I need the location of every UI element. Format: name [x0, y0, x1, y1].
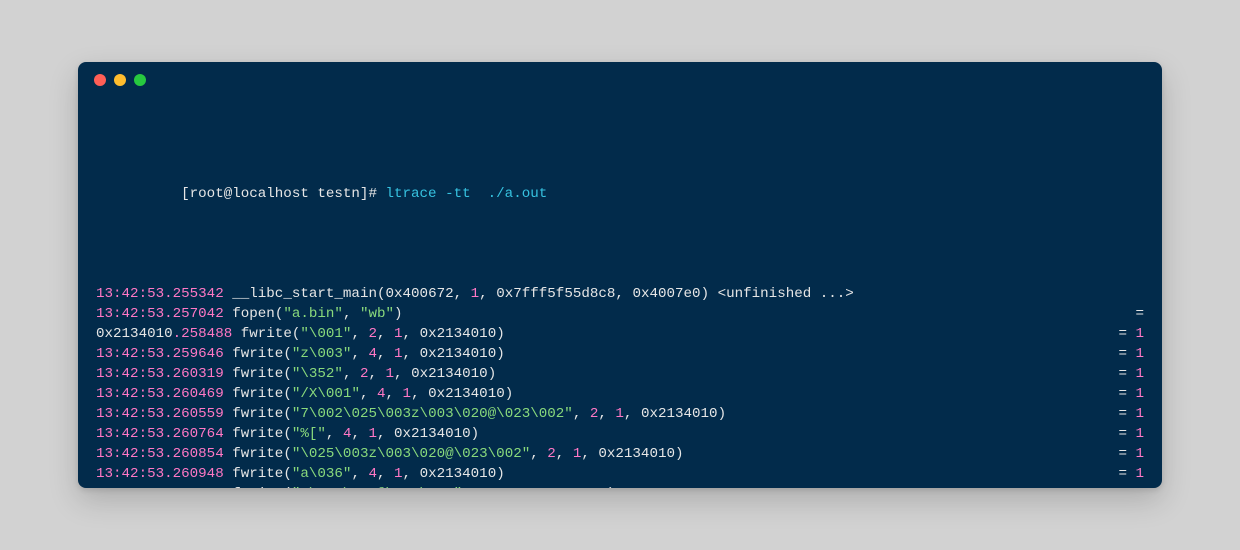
- arg-number: 4: [368, 346, 377, 362]
- arg: 0x2134010: [641, 406, 718, 422]
- prompt-line: [root@localhost testn]# ltrace -tt ./a.o…: [96, 164, 1144, 224]
- timestamp: 13:42:53.260854: [96, 446, 224, 462]
- prompt-hash: #: [368, 186, 377, 202]
- timestamp: 13:42:53.260469: [96, 386, 224, 402]
- arg-string: "z\003\020@\023\002": [292, 486, 462, 488]
- trace-line: 13:42:53.260469 fwrite("/X\001", 4, 1, 0…: [96, 384, 1144, 404]
- arg: 0x2134010: [420, 326, 497, 342]
- arg-string: "a\036": [292, 466, 352, 482]
- arg-string: "wb": [360, 306, 394, 322]
- arg-string: "%[": [292, 426, 326, 442]
- arg-number: 4: [368, 466, 377, 482]
- function-name: __libc_start_main: [232, 286, 377, 302]
- trace-line: 13:42:53.261727 fwrite("z\003\020@\023\0…: [96, 484, 1144, 488]
- arg-number: 4: [377, 386, 386, 402]
- return-value: = 1: [1104, 344, 1144, 364]
- terminal-output: [root@localhost testn]# ltrace -tt ./a.o…: [78, 98, 1162, 488]
- return-value: =: [1104, 304, 1144, 324]
- arg-string: "/X\001": [292, 386, 360, 402]
- window-titlebar: [78, 62, 1162, 98]
- timestamp: 13:42:53.260319: [96, 366, 224, 382]
- timestamp: 13:42:53.261727: [96, 486, 224, 488]
- function-name: fwrite: [232, 426, 283, 442]
- terminal-window: [root@localhost testn]# ltrace -tt ./a.o…: [78, 62, 1162, 488]
- function-name: fwrite: [232, 446, 283, 462]
- arg: 0x2134010: [394, 426, 471, 442]
- zoom-icon[interactable]: [134, 74, 146, 86]
- timestamp: 13:42:53.260559: [96, 406, 224, 422]
- return-value: = 1: [1104, 324, 1144, 344]
- arg-number: 2: [479, 486, 488, 488]
- arg-number: 1: [368, 426, 377, 442]
- arg: 0x400672: [386, 286, 454, 302]
- close-icon[interactable]: [94, 74, 106, 86]
- arg-string: "z\003": [292, 346, 352, 362]
- prompt-command: ltrace -tt ./a.out: [385, 186, 547, 202]
- function-name: fopen: [232, 306, 275, 322]
- return-value: = 1: [1104, 484, 1144, 488]
- arg-number: 2: [547, 446, 556, 462]
- return-value: = 1: [1104, 384, 1144, 404]
- prompt-userhost: [root@localhost testn]: [181, 186, 368, 202]
- arg-number: 1: [403, 386, 412, 402]
- return-value: = 1: [1104, 464, 1144, 484]
- arg: 0x2134010: [411, 366, 488, 382]
- minimize-icon[interactable]: [114, 74, 126, 86]
- arg-number: 1: [394, 466, 403, 482]
- trace-line: 13:42:53.259646 fwrite("z\003", 4, 1, 0x…: [96, 344, 1144, 364]
- trace-line: 0x2134010.258488 fwrite("\001", 2, 1, 0x…: [96, 324, 1144, 344]
- arg-string: "\025\003z\003\020@\023\002": [292, 446, 530, 462]
- arg: 0x2134010: [420, 466, 497, 482]
- arg-string: "a.bin": [283, 306, 343, 322]
- arg: 0x7fff5f55d8c8: [496, 286, 615, 302]
- arg-number: 1: [615, 406, 624, 422]
- timestamp: 13:42:53.259646: [96, 346, 224, 362]
- function-name: fwrite: [241, 326, 292, 342]
- function-name: fwrite: [232, 366, 283, 382]
- arg-string: "\001": [300, 326, 351, 342]
- arg-number: 1: [386, 366, 395, 382]
- arg: 0x2134010: [420, 346, 497, 362]
- arg: 0x2134010: [530, 486, 607, 488]
- timestamp: 13:42:53.260764: [96, 426, 224, 442]
- trace-line: 13:42:53.260764 fwrite("%[", 4, 1, 0x213…: [96, 424, 1144, 444]
- trace-line: 13:42:53.260559 fwrite("7\002\025\003z\0…: [96, 404, 1144, 424]
- timestamp: .258488: [173, 326, 233, 342]
- return-value: = 1: [1104, 364, 1144, 384]
- timestamp: 13:42:53.257042: [96, 306, 224, 322]
- return-value: = 1: [1104, 444, 1144, 464]
- arg-number: 1: [471, 286, 480, 302]
- trace-line: 13:42:53.255342 __libc_start_main(0x4006…: [96, 284, 1144, 304]
- arg-number: 1: [394, 326, 403, 342]
- function-name: fwrite: [232, 386, 283, 402]
- arg: 0x2134010: [598, 446, 675, 462]
- arg-number: 1: [394, 346, 403, 362]
- unfinished-marker: <unfinished ...>: [709, 286, 854, 302]
- arg-number: 2: [368, 326, 377, 342]
- trace-line: 13:42:53.257042 fopen("a.bin", "wb")=: [96, 304, 1144, 324]
- timestamp-prefix: 0x2134010: [96, 326, 173, 342]
- return-value: = 1: [1104, 404, 1144, 424]
- arg-string: "7\002\025\003z\003\020@\023\002": [292, 406, 573, 422]
- function-name: fwrite: [232, 406, 283, 422]
- trace-line: 13:42:53.260319 fwrite("\352", 2, 1, 0x2…: [96, 364, 1144, 384]
- trace-line: 13:42:53.260854 fwrite("\025\003z\003\02…: [96, 444, 1144, 464]
- return-value: = 1: [1104, 424, 1144, 444]
- arg-number: 1: [505, 486, 514, 488]
- function-name: fwrite: [232, 466, 283, 482]
- arg: 0x4007e0: [632, 286, 700, 302]
- function-name: fwrite: [232, 486, 283, 488]
- trace-line: 13:42:53.260948 fwrite("a\036", 4, 1, 0x…: [96, 464, 1144, 484]
- timestamp: 13:42:53.255342: [96, 286, 224, 302]
- arg-string: "\352": [292, 366, 343, 382]
- arg: 0x2134010: [428, 386, 505, 402]
- timestamp: 13:42:53.260948: [96, 466, 224, 482]
- function-name: fwrite: [232, 346, 283, 362]
